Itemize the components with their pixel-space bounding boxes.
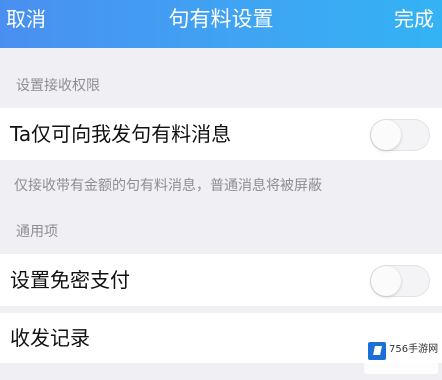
secret-pay-toggle[interactable] xyxy=(370,265,430,297)
toggle-knob xyxy=(371,266,401,296)
done-button[interactable]: 完成 xyxy=(394,6,434,32)
secret-pay-row[interactable]: 设置免密支付 xyxy=(0,254,442,306)
only-receive-description: 仅接收带有金额的句有料消息，普通消息将被屏蔽 xyxy=(14,178,322,194)
secret-pay-label: 设置免密支付 xyxy=(10,268,130,292)
only-receive-toggle[interactable] xyxy=(370,119,430,151)
only-receive-row[interactable]: Ta仅可向我发句有料消息 xyxy=(0,108,442,160)
page-title: 句有料设置 xyxy=(168,7,274,31)
toggle-knob xyxy=(371,120,401,150)
watermark-text: 756手游网 xyxy=(389,344,439,355)
navigation-bar: 取消 句有料设置 完成 xyxy=(0,0,442,48)
watermark: 756手游网 xyxy=(364,330,438,374)
only-receive-label: Ta仅可向我发句有料消息 xyxy=(10,122,232,146)
section-header-receive-permission: 设置接收权限 xyxy=(16,78,100,94)
watermark-logo-icon xyxy=(368,342,386,360)
settings-page: 取消 句有料设置 完成 设置接收权限 Ta仅可向我发句有料消息 仅接收带有金额的… xyxy=(0,0,442,380)
history-label: 收发记录 xyxy=(10,326,90,350)
section-header-general: 通用项 xyxy=(16,224,58,240)
